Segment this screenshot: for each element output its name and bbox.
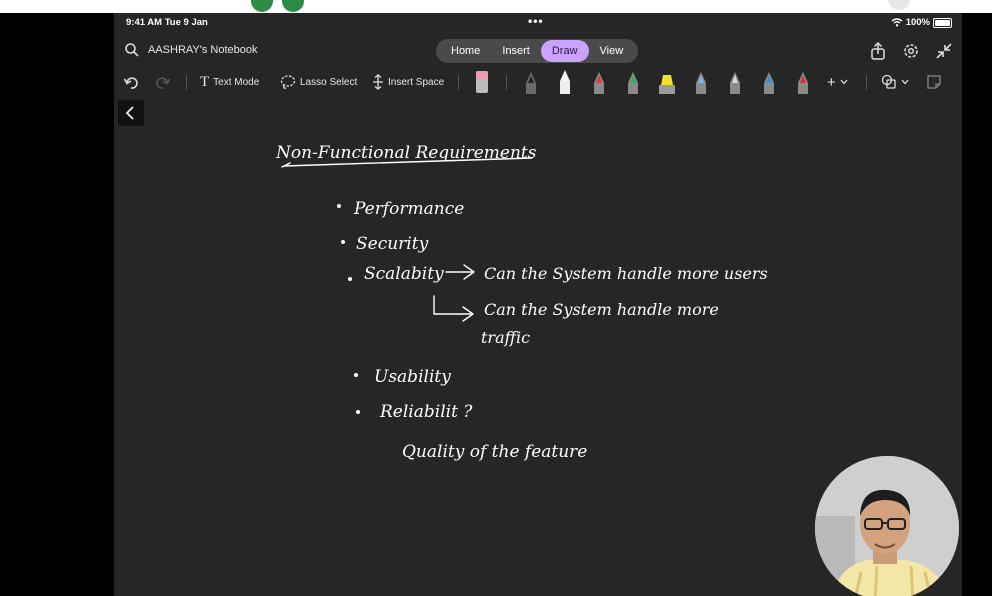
notebook-title[interactable]: AASHRAY's Notebook bbox=[148, 44, 258, 56]
toolbar-divider bbox=[186, 75, 187, 90]
chevron-down-icon bbox=[840, 79, 848, 85]
bullet-dot bbox=[348, 277, 352, 281]
ipad-screen: 9:41 AM Tue 9 Jan ••• 100% AASHRAY's Not… bbox=[114, 13, 962, 596]
share-icon[interactable] bbox=[868, 41, 888, 61]
pen-red-icon[interactable] bbox=[590, 69, 608, 95]
scalability-traffic-line2: traffic bbox=[481, 328, 530, 347]
title-actions bbox=[868, 41, 954, 61]
presenter-webcam bbox=[815, 456, 959, 596]
sticky-note-button[interactable] bbox=[926, 72, 942, 92]
heading-text: Non-Functional Requirements bbox=[275, 143, 537, 163]
eraser-icon[interactable] bbox=[473, 69, 491, 95]
bullet-reliability: Reliabilit ? bbox=[379, 402, 473, 422]
wifi-icon bbox=[891, 18, 903, 27]
arrow-branch bbox=[433, 295, 474, 322]
bullet-scalability: Scalabity bbox=[364, 264, 444, 284]
bullet-dot bbox=[337, 204, 341, 208]
pen-gray-icon[interactable] bbox=[726, 69, 744, 95]
tab-home[interactable]: Home bbox=[440, 40, 491, 62]
scalability-users: Can the System handle more users bbox=[484, 264, 768, 283]
bullet-dot bbox=[356, 410, 360, 414]
toolbar-divider bbox=[506, 75, 507, 90]
status-right: 100% bbox=[891, 17, 952, 28]
lasso-icon bbox=[280, 75, 296, 89]
presenter-video bbox=[815, 456, 959, 596]
top-strip bbox=[0, 0, 992, 13]
bullet-dot bbox=[341, 240, 345, 244]
tab-view[interactable]: View bbox=[589, 40, 635, 62]
highlighter-yellow-icon[interactable] bbox=[658, 69, 676, 95]
white-dot bbox=[888, 0, 910, 10]
toolbar-divider bbox=[866, 75, 867, 90]
title-bar: AASHRAY's Notebook Home Insert Draw View bbox=[114, 35, 962, 67]
lasso-select-button[interactable]: Lasso Select bbox=[280, 72, 357, 92]
status-bar: 9:41 AM Tue 9 Jan ••• 100% bbox=[114, 13, 962, 33]
shapes-button[interactable] bbox=[881, 72, 909, 92]
heading: Non-Functional Requirements bbox=[275, 143, 537, 168]
tab-insert[interactable]: Insert bbox=[491, 40, 541, 62]
pen-darkblue-icon[interactable] bbox=[760, 69, 778, 95]
scalability-traffic-line1: Can the System handle more bbox=[484, 300, 719, 319]
redo-icon[interactable] bbox=[155, 72, 171, 92]
pen-crimson-icon[interactable] bbox=[794, 69, 812, 95]
battery-percent: 100% bbox=[905, 17, 930, 28]
bullet-dot bbox=[354, 373, 358, 377]
ribbon-tabs: Home Insert Draw View bbox=[436, 39, 639, 63]
bullet-security: Security bbox=[356, 234, 429, 254]
status-time: 9:41 AM Tue 9 Jan bbox=[126, 17, 208, 28]
insert-space-icon bbox=[373, 74, 383, 90]
pen-black-icon[interactable] bbox=[522, 69, 540, 95]
chevron-left-icon[interactable] bbox=[118, 100, 144, 126]
green-dot bbox=[251, 0, 273, 12]
toolbar-divider bbox=[458, 75, 459, 90]
green-dot bbox=[282, 0, 304, 12]
lasso-label: Lasso Select bbox=[300, 76, 358, 88]
pen-white-icon[interactable] bbox=[556, 69, 574, 95]
bullet-usability: Usability bbox=[374, 367, 451, 387]
tab-draw[interactable]: Draw bbox=[540, 40, 589, 62]
text-mode-label: Text Mode bbox=[213, 76, 260, 88]
add-pen-button[interactable]: + bbox=[827, 72, 848, 92]
multitasking-dots[interactable]: ••• bbox=[528, 14, 544, 28]
sticky-note-icon bbox=[927, 75, 941, 89]
arrow-right bbox=[445, 264, 475, 280]
text-icon: T bbox=[200, 73, 210, 90]
shapes-icon bbox=[881, 74, 896, 89]
search-icon[interactable] bbox=[124, 42, 140, 58]
gear-icon[interactable] bbox=[901, 41, 921, 61]
draw-toolbar: T Text Mode Lasso Select Insert Space + bbox=[114, 69, 962, 95]
collapse-icon[interactable] bbox=[934, 41, 954, 61]
insert-space-label: Insert Space bbox=[388, 76, 445, 88]
plus-icon: + bbox=[827, 73, 836, 91]
battery-icon bbox=[933, 17, 952, 28]
pen-blue-icon[interactable] bbox=[692, 69, 710, 95]
text-mode-button[interactable]: T Text Mode bbox=[200, 72, 259, 92]
pen-green-icon[interactable] bbox=[624, 69, 642, 95]
bullet-performance: Performance bbox=[353, 199, 464, 219]
undo-icon[interactable] bbox=[123, 72, 139, 92]
insert-space-button[interactable]: Insert Space bbox=[372, 72, 444, 92]
chevron-down-icon bbox=[901, 79, 909, 85]
reliability-quality: Quality of the feature bbox=[402, 442, 587, 462]
